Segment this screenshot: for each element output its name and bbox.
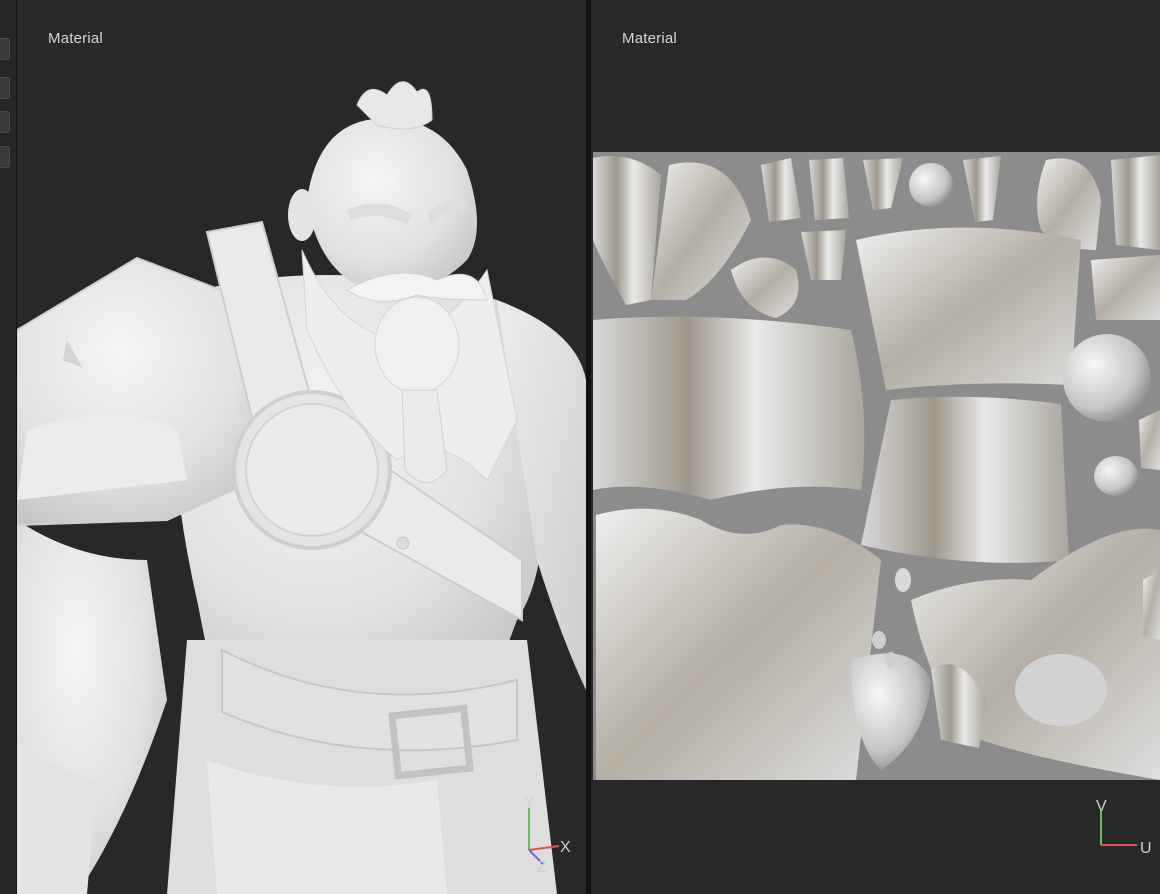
3d-viewport[interactable]: Material Y X Z <box>17 0 586 894</box>
uv-viewport[interactable]: Material V U <box>591 0 1160 894</box>
toolbar-button-1[interactable] <box>0 38 10 60</box>
axis-z-label: Z <box>537 859 547 876</box>
uv-island <box>809 158 849 220</box>
side-toolbar <box>0 0 17 894</box>
editor-window: Material Y X Z Material V U <box>0 0 1160 894</box>
axis-x-label: X <box>560 839 571 856</box>
viewport-shading-label[interactable]: Material <box>622 30 677 47</box>
toolbar-button-3[interactable] <box>0 111 10 133</box>
uv-island <box>1091 255 1160 320</box>
uv-island <box>1094 456 1138 496</box>
uv-island <box>1111 155 1160 250</box>
uv-island <box>909 163 953 207</box>
uv-island <box>596 508 881 780</box>
character-model[interactable] <box>17 0 586 894</box>
viewport-shading-label[interactable]: Material <box>48 30 103 47</box>
uv-layout[interactable] <box>591 0 1160 894</box>
axis-gizmo: Y X Z <box>524 795 571 876</box>
uv-axis-gizmo: V U <box>1096 798 1152 857</box>
toolbar-button-2[interactable] <box>0 77 10 99</box>
uv-island <box>1139 410 1160 470</box>
uv-island <box>1063 334 1151 422</box>
axis-y-label: Y <box>524 795 535 812</box>
uv-island <box>856 227 1081 390</box>
uv-island <box>861 396 1069 563</box>
toolbar-button-4[interactable] <box>0 146 10 168</box>
axis-v-label: V <box>1096 798 1107 815</box>
uv-island <box>1143 570 1160 640</box>
axis-u-label: U <box>1140 840 1152 857</box>
uv-island <box>593 316 865 500</box>
